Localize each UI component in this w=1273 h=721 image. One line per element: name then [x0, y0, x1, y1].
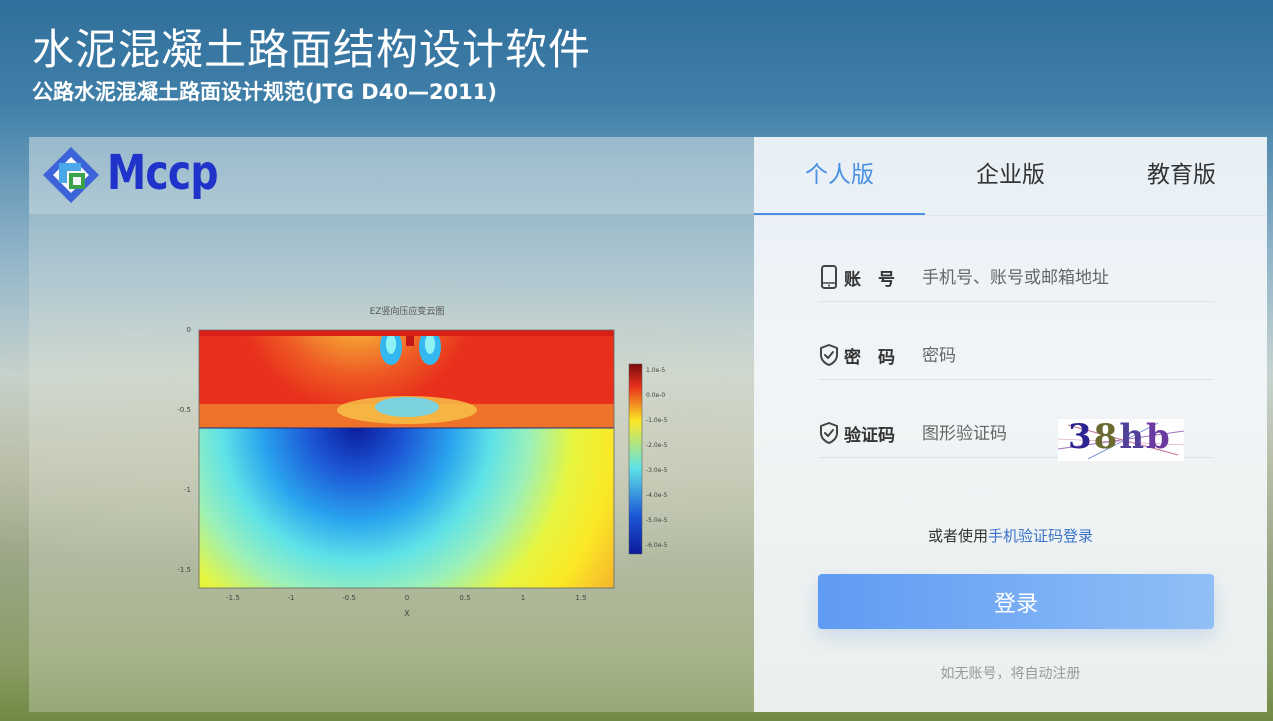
captcha-code: 38hb	[1068, 419, 1172, 457]
y-tick: -0.5	[177, 406, 191, 414]
showcase-panel: Mccp EZ竖向压应变云图 0 -0.5 -1 -1.5 -1.5 -1 -0…	[29, 137, 754, 712]
captcha-row: 验证码 38hb	[818, 413, 1214, 461]
colorbar-tick: -1.0e-5	[646, 417, 668, 424]
figure-title: EZ竖向压应变云图	[370, 305, 445, 317]
contour-plot-area	[199, 330, 614, 588]
logo-bar: Mccp	[29, 137, 754, 214]
account-row: 账 号	[818, 257, 1214, 302]
password-input[interactable]	[920, 339, 1174, 373]
colorbar-tick: -6.0e-5	[646, 542, 668, 549]
alt-login: 或者使用手机验证码登录	[754, 525, 1267, 546]
colorbar-tick: -3.0e-5	[646, 467, 668, 474]
alt-login-prefix: 或者使用	[927, 527, 988, 545]
y-tick: -1	[184, 486, 191, 494]
tab-education[interactable]: 教育版	[1096, 137, 1267, 215]
x-tick: -1.5	[226, 594, 240, 602]
colorbar-tick: -5.0e-5	[646, 517, 668, 524]
colorbar-tick: -2.0e-5	[646, 442, 668, 449]
sms-login-link[interactable]: 手机验证码登录	[988, 527, 1093, 545]
x-tick: 0	[405, 594, 409, 602]
auto-register-hint: 如无账号，将自动注册	[940, 666, 1081, 682]
colorbar-tick: 0.0e-0	[646, 392, 665, 399]
strain-contour-figure: EZ竖向压应变云图 0 -0.5 -1 -1.5 -1.5 -1 -0.5 0 …	[177, 305, 668, 618]
shield-check-icon	[820, 422, 838, 444]
logo-mark-icon	[43, 147, 99, 203]
phone-icon	[821, 265, 837, 289]
password-row: 密 码	[818, 335, 1214, 380]
x-tick: -1	[288, 594, 295, 602]
x-axis-label: X	[404, 609, 410, 618]
login-button[interactable]: 登录	[818, 574, 1214, 629]
x-tick: 1	[521, 594, 525, 602]
captcha-label: 验证码	[844, 426, 895, 446]
captcha-input[interactable]	[920, 417, 1054, 451]
y-tick: 0	[187, 326, 191, 334]
tab-enterprise[interactable]: 企业版	[925, 137, 1096, 215]
account-label: 账 号	[844, 270, 895, 290]
edition-tabs: 个人版 企业版 教育版	[754, 137, 1267, 216]
password-label: 密 码	[844, 348, 895, 368]
app-subtitle: 公路水泥混凝土路面设计规范(JTG D40—2011)	[32, 80, 497, 104]
app-title: 水泥混凝土路面结构设计软件	[32, 25, 592, 74]
account-input[interactable]	[920, 261, 1174, 295]
tab-personal[interactable]: 个人版	[754, 137, 925, 215]
y-tick: -1.5	[177, 566, 191, 574]
x-tick: -0.5	[342, 594, 356, 602]
colorbar	[628, 363, 643, 555]
x-tick: 1.5	[575, 594, 586, 602]
captcha-image[interactable]: 38hb	[1058, 419, 1184, 461]
colorbar-tick: -4.0e-5	[646, 492, 668, 499]
shield-check-icon	[820, 344, 838, 366]
login-panel: 个人版 企业版 教育版 账 号 密 码 验证码	[754, 137, 1267, 712]
x-tick: 0.5	[459, 594, 470, 602]
logo-text: Mccp	[107, 145, 219, 201]
colorbar-tick: 1.0e-5	[646, 367, 665, 374]
